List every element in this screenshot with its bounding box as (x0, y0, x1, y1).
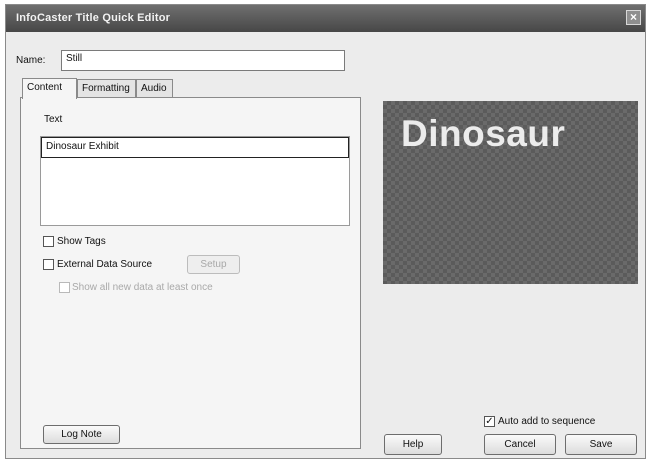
show-tags-label: Show Tags (57, 236, 106, 247)
external-data-source-label: External Data Source (57, 259, 153, 270)
help-button[interactable]: Help (384, 434, 442, 455)
tab-content[interactable]: Content (22, 78, 77, 99)
window-title: InfoCaster Title Quick Editor (16, 12, 171, 24)
auto-add-label: Auto add to sequence (498, 416, 596, 427)
tab-audio[interactable]: Audio (136, 79, 173, 98)
auto-add-checkbox[interactable]: ✓ (484, 416, 495, 427)
title-preview: Dinosaur (383, 101, 638, 284)
log-note-button[interactable]: Log Note (43, 425, 120, 444)
name-label: Name: (16, 55, 46, 66)
save-button[interactable]: Save (565, 434, 637, 455)
title-bar[interactable]: InfoCaster Title Quick Editor × (6, 5, 645, 32)
close-icon: × (629, 10, 637, 24)
name-input[interactable]: Still (61, 50, 345, 71)
show-tags-checkbox[interactable] (43, 236, 54, 247)
text-label: Text (44, 114, 63, 125)
close-button[interactable]: × (626, 10, 641, 25)
preview-title-text: Dinosaur (401, 113, 566, 154)
text-area[interactable]: Dinosaur Exhibit (40, 136, 350, 226)
tab-formatting[interactable]: Formatting (77, 79, 136, 98)
text-input[interactable]: Dinosaur Exhibit (41, 137, 349, 158)
setup-button[interactable]: Setup (187, 255, 240, 274)
checkmark-icon: ✓ (485, 416, 494, 427)
cancel-button[interactable]: Cancel (484, 434, 556, 455)
external-data-source-checkbox[interactable] (43, 259, 54, 270)
show-all-data-label: Show all new data at least once (72, 282, 213, 293)
show-all-data-checkbox[interactable] (59, 282, 70, 293)
